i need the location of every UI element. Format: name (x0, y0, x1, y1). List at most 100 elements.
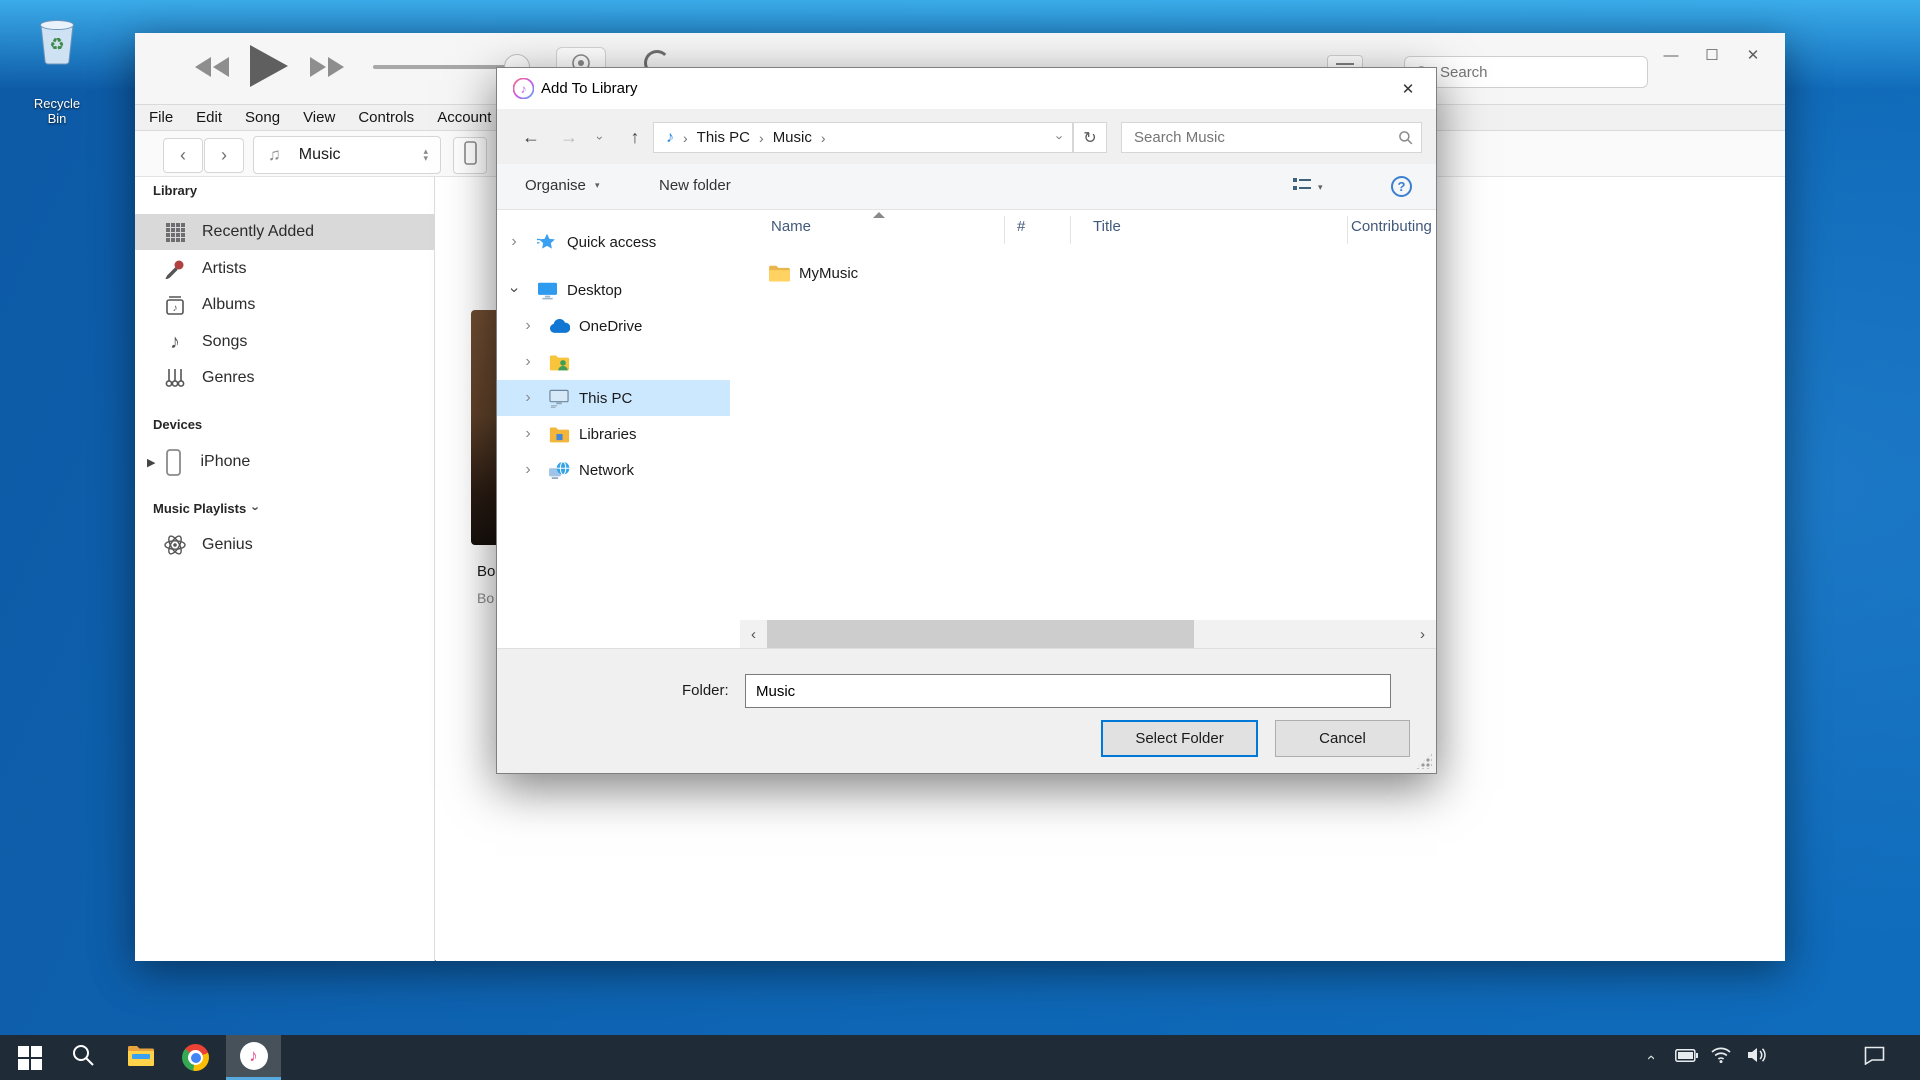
sidebar-item-recently-added[interactable]: Recently Added (135, 214, 435, 250)
expander-chevron-icon[interactable]: › (521, 317, 535, 335)
taskbar-file-explorer-button[interactable] (113, 1035, 168, 1080)
column-separator[interactable] (1347, 216, 1348, 244)
column-separator[interactable] (1070, 216, 1071, 244)
tray-volume-button[interactable] (1743, 1035, 1771, 1080)
refresh-button[interactable]: ↻ (1073, 122, 1107, 153)
tree-item-onedrive[interactable]: › OneDrive (497, 308, 730, 344)
folder-name-input[interactable] (745, 674, 1391, 708)
breadcrumb-this-pc[interactable]: This PC (697, 129, 750, 146)
tree-item-network[interactable]: › Network (497, 452, 730, 488)
tree-item-desktop[interactable]: › Desktop (497, 272, 730, 308)
sidebar-item-albums[interactable]: ♪ Albums (135, 287, 435, 323)
sidebar-item-iphone[interactable]: ▶ iPhone (135, 444, 435, 480)
itunes-search-box[interactable] (1404, 56, 1648, 88)
cancel-button[interactable]: Cancel (1275, 720, 1410, 757)
taskbar: ♪ › (0, 1035, 1920, 1080)
tray-action-center-button[interactable] (1858, 1035, 1890, 1080)
itunes-search-input[interactable] (1438, 63, 1632, 82)
tray-battery-button[interactable] (1672, 1035, 1700, 1080)
start-button[interactable] (2, 1035, 57, 1080)
minimize-button[interactable]: — (1656, 44, 1686, 66)
sidebar-item-genius[interactable]: Genius (135, 527, 435, 563)
address-breadcrumb-bar[interactable]: ♪ › This PC › Music › › (653, 122, 1073, 153)
media-kind-selector[interactable]: ♫ Music ▴▾ (253, 136, 441, 174)
dialog-search-box[interactable] (1121, 122, 1422, 153)
scroll-right-button[interactable]: › (1409, 620, 1436, 648)
volume-slider-track[interactable] (373, 65, 508, 69)
menu-account[interactable]: Account (437, 109, 491, 126)
arrow-up-icon: ↑ (631, 127, 640, 148)
fast-forward-button[interactable] (309, 56, 345, 83)
select-folder-button[interactable]: Select Folder (1101, 720, 1258, 757)
horizontal-scrollbar[interactable]: ‹ › (740, 620, 1436, 648)
itunes-forward-button[interactable]: › (204, 138, 244, 173)
resize-grip[interactable] (1416, 753, 1432, 769)
desktop: ♻ Recycle Bin — ☐ ✕ File Edit (0, 0, 1920, 1080)
nav-forward-button[interactable]: → (553, 122, 585, 153)
tree-item-label: Desktop (567, 282, 622, 299)
dialog-close-button[interactable]: ✕ (1388, 76, 1428, 102)
scrollbar-thumb[interactable] (767, 620, 1194, 648)
expander-chevron-icon[interactable]: › (507, 233, 521, 251)
taskbar-itunes-button[interactable]: ♪ (226, 1035, 281, 1080)
tray-network-button[interactable] (1707, 1035, 1735, 1080)
sidebar-item-label: Genius (202, 536, 253, 554)
column-header-number[interactable]: # (1017, 218, 1025, 235)
views-button[interactable]: ▾ (1292, 175, 1323, 200)
new-folder-button[interactable]: New folder (659, 177, 731, 194)
address-dropdown-icon[interactable]: › (1052, 135, 1067, 139)
expander-chevron-icon[interactable]: › (521, 461, 535, 479)
tray-show-hidden-icons-button[interactable]: › (1636, 1035, 1664, 1080)
tree-item-this-pc[interactable]: › This PC (497, 380, 730, 416)
maximize-button[interactable]: ☐ (1697, 44, 1727, 66)
close-button[interactable]: ✕ (1738, 44, 1768, 66)
menu-edit[interactable]: Edit (196, 109, 222, 126)
expander-chevron-icon[interactable]: › (521, 389, 535, 407)
itunes-back-button[interactable]: ‹ (163, 138, 203, 173)
taskbar-search-button[interactable] (55, 1035, 110, 1080)
sidebar-item-genres[interactable]: Genres (135, 360, 435, 396)
rewind-button[interactable] (194, 56, 230, 83)
arrow-right-icon: → (560, 127, 578, 148)
close-icon: ✕ (1747, 46, 1760, 64)
menu-file[interactable]: File (149, 109, 173, 126)
nav-up-button[interactable]: ↑ (619, 122, 651, 153)
menu-view[interactable]: View (303, 109, 335, 126)
column-header-contributing[interactable]: Contributing artists (1351, 218, 1437, 235)
expander-chevron-icon[interactable]: › (521, 353, 535, 371)
arrow-left-icon: ← (522, 127, 540, 148)
windows-logo-icon (18, 1046, 42, 1070)
organise-menu-button[interactable]: Organise ▾ (525, 177, 600, 194)
nav-history-dropdown[interactable]: › (589, 122, 611, 153)
menu-controls[interactable]: Controls (358, 109, 414, 126)
column-header-title[interactable]: Title (1093, 218, 1121, 235)
taskbar-chrome-button[interactable] (168, 1035, 223, 1080)
expander-chevron-icon[interactable]: › (505, 283, 523, 297)
music-note-icon: ♫ (268, 145, 281, 165)
album-artwork[interactable] (471, 310, 497, 545)
help-button[interactable]: ? (1391, 176, 1412, 197)
file-name: MyMusic (799, 265, 858, 282)
sidebar-item-songs[interactable]: ♪ Songs (135, 324, 435, 360)
iphone-device-button[interactable] (453, 137, 487, 174)
tree-item-label: Quick access (567, 234, 656, 251)
dialog-search-input[interactable] (1132, 128, 1376, 147)
svg-text:♪: ♪ (173, 303, 178, 314)
sidebar-item-artists[interactable]: Artists (135, 251, 435, 287)
nav-back-button[interactable]: ← (515, 122, 547, 153)
play-button[interactable] (248, 44, 290, 93)
tree-item-quick-access[interactable]: › Quick access (497, 224, 730, 260)
column-separator[interactable] (1004, 216, 1005, 244)
dialog-titlebar[interactable]: ♪ Add To Library ✕ (497, 68, 1436, 109)
menu-song[interactable]: Song (245, 109, 280, 126)
file-row-mymusic[interactable]: MyMusic (740, 256, 1240, 290)
tree-item-user-folder[interactable]: › (497, 344, 730, 380)
scroll-left-button[interactable]: ‹ (740, 620, 767, 648)
expander-chevron-icon[interactable]: › (521, 425, 535, 443)
sidebar-playlists-header[interactable]: Music Playlists › (153, 501, 258, 516)
recycle-bin-shortcut[interactable]: ♻ Recycle Bin (24, 12, 90, 106)
dropdown-caret-icon: ▾ (1318, 182, 1323, 193)
column-header-name[interactable]: Name (771, 218, 811, 235)
breadcrumb-music[interactable]: Music (773, 129, 812, 146)
tree-item-libraries[interactable]: › Libraries (497, 416, 730, 452)
